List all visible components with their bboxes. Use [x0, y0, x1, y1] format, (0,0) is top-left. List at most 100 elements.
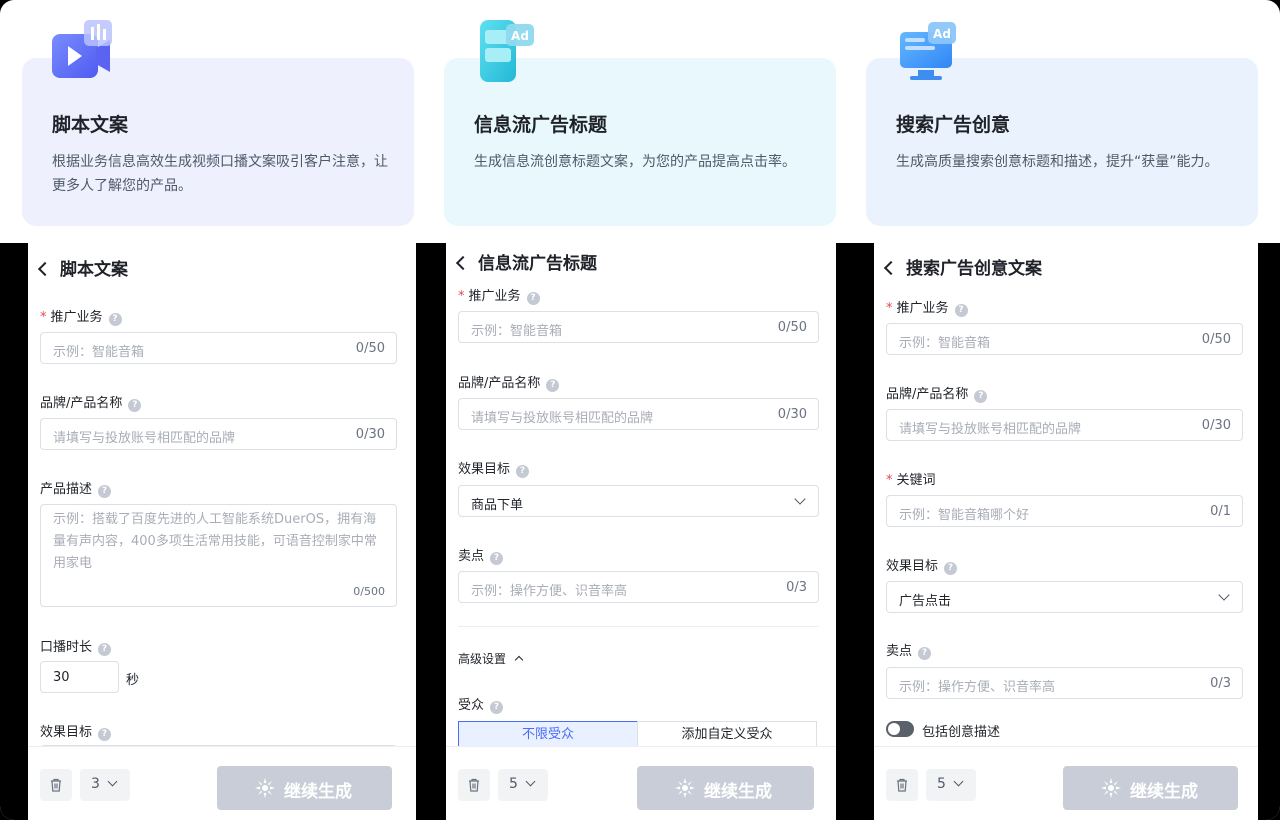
back-title[interactable]: 信息流广告标题: [455, 249, 597, 274]
count-select[interactable]: 5: [926, 769, 976, 801]
panel-feed-ad-title: 信息流广告标题 * 推广业务? 示例：智能音箱 0/50 品牌/产品名称? 请填写与…: [446, 243, 836, 820]
brand-name-input[interactable]: 请填写与投放账号相匹配的品牌 0/30: [458, 398, 819, 430]
card-description: 生成信息流创意标题文案，为您的产品提高点击率。: [474, 154, 796, 170]
product-desc-textarea[interactable]: 示例：搭载了百度先进的人工智能系统DuerOS，拥有海量有声内容，400多项生活…: [40, 504, 397, 607]
duration-input[interactable]: 30: [40, 661, 119, 693]
sparkle-icon: [675, 778, 695, 798]
video-icon: [50, 16, 120, 86]
delete-button[interactable]: [458, 769, 490, 801]
help-icon[interactable]: ?: [128, 399, 142, 412]
card-search-ad-creative[interactable]: Ad 搜索广告创意 生成高质量搜索创意标题和描述，提升“获量”能力。: [866, 22, 1258, 226]
phone-ad-icon: Ad: [474, 16, 544, 86]
chevron-down-icon: [1218, 589, 1230, 601]
label-brand-name: 品牌/产品名称?: [458, 372, 560, 392]
sparkle-icon: [1101, 778, 1121, 798]
monitor-ad-icon: Ad: [896, 16, 966, 86]
delete-button[interactable]: [40, 769, 72, 801]
include-desc-toggle[interactable]: [886, 721, 914, 737]
sparkle-icon: [255, 778, 275, 798]
card-description: 生成高质量搜索创意标题和描述，提升“获量”能力。: [896, 154, 1219, 170]
trash-icon: [469, 778, 479, 792]
card-script-copy[interactable]: 脚本文案 根据业务信息高效生成视频口播文案吸引客户注意，让更多人了解您的产品。: [22, 20, 414, 226]
label-brand-name: 品牌/产品名称?: [886, 383, 988, 403]
panel-script-copy: 脚本文案 * 推广业务? 示例：智能音箱 0/50 品牌/产品名称? 请填写与投放账…: [28, 243, 416, 820]
panel-title: 脚本文案: [60, 260, 128, 280]
label-promo-business: * 推广业务?: [886, 297, 968, 317]
panel-title: 搜索广告创意文案: [906, 259, 1042, 279]
count-select[interactable]: 3: [80, 769, 130, 801]
back-title[interactable]: 搜索广告创意文案: [883, 254, 1042, 279]
count-select[interactable]: 5: [498, 769, 548, 801]
label-audience: 受众?: [458, 694, 504, 714]
continue-generate-button[interactable]: 继续生成: [637, 766, 814, 810]
keyword-input[interactable]: 示例：智能音箱哪个好 0/1: [886, 495, 1243, 527]
continue-generate-button[interactable]: 继续生成: [1063, 766, 1238, 810]
brand-name-input[interactable]: 请填写与投放账号相匹配的品牌 0/30: [40, 418, 397, 450]
panel-title: 信息流广告标题: [478, 254, 597, 274]
help-icon[interactable]: ?: [98, 728, 112, 741]
help-icon[interactable]: ?: [516, 465, 530, 478]
audience-option-custom[interactable]: 添加自定义受众: [637, 721, 817, 749]
svg-text:Ad: Ad: [511, 29, 529, 43]
goal-select[interactable]: 商品下单: [458, 485, 819, 517]
svg-text:Ad: Ad: [933, 27, 951, 41]
label-promo-business: * 推广业务?: [458, 285, 540, 305]
label-goal: 效果目标?: [886, 555, 958, 575]
selling-points-input[interactable]: 示例：操作方便、识音率高 0/3: [458, 571, 819, 603]
chevron-down-icon: [107, 776, 118, 787]
goal-select[interactable]: 广告点击: [886, 581, 1243, 613]
label-keyword: * 关键词: [886, 473, 936, 488]
card-title: 脚本文案: [52, 114, 129, 136]
chevron-down-icon: [953, 776, 964, 787]
label-goal: 效果目标?: [40, 721, 112, 741]
advanced-settings-toggle[interactable]: 高级设置: [458, 650, 524, 667]
brand-name-input[interactable]: 请填写与投放账号相匹配的品牌 0/30: [886, 409, 1243, 441]
promo-business-input[interactable]: 示例：智能音箱 0/50: [458, 311, 819, 343]
chevron-down-icon: [794, 493, 806, 505]
promo-business-input[interactable]: 示例：智能音箱 0/50: [40, 332, 397, 364]
help-icon[interactable]: ?: [546, 379, 560, 392]
help-icon[interactable]: ?: [974, 390, 988, 403]
help-icon[interactable]: ?: [918, 647, 932, 660]
chevron-left-icon[interactable]: [455, 255, 471, 271]
label-product-desc: 产品描述?: [40, 478, 112, 498]
delete-button[interactable]: [886, 769, 918, 801]
panel-footer: 5 继续生成: [874, 746, 1258, 820]
label-promo-business: * 推广业务?: [40, 306, 122, 326]
back-title[interactable]: 脚本文案: [37, 255, 128, 280]
chevron-down-icon: [525, 776, 536, 787]
app-frame: 脚本文案 根据业务信息高效生成视频口播文案吸引客户注意，让更多人了解您的产品。 …: [0, 0, 1280, 820]
panel-search-ad-creative: 搜索广告创意文案 * 推广业务? 示例：智能音箱 0/50 品牌/产品名称? 请填写…: [874, 243, 1258, 820]
help-icon[interactable]: ?: [944, 562, 958, 575]
continue-generate-button[interactable]: 继续生成: [217, 766, 392, 810]
divider: [458, 626, 819, 627]
label-selling-points: 卖点?: [886, 640, 932, 660]
toggle-label: 包括创意描述: [922, 725, 1001, 740]
card-title: 信息流广告标题: [474, 114, 608, 136]
help-icon[interactable]: ?: [526, 292, 540, 305]
label-brand-name: 品牌/产品名称?: [40, 392, 142, 412]
label-goal: 效果目标?: [458, 458, 530, 478]
selling-points-input[interactable]: 示例：操作方便、识音率高 0/3: [886, 667, 1243, 699]
label-duration: 口播时长?: [40, 636, 112, 656]
card-description: 根据业务信息高效生成视频口播文案吸引客户注意，让更多人了解您的产品。: [52, 154, 388, 194]
promo-business-input[interactable]: 示例：智能音箱 0/50: [886, 323, 1243, 355]
help-icon[interactable]: ?: [98, 643, 112, 656]
help-icon[interactable]: ?: [954, 304, 968, 317]
card-title: 搜索广告创意: [896, 114, 1011, 136]
trash-icon: [51, 778, 61, 792]
help-icon[interactable]: ?: [490, 701, 504, 714]
card-feed-ad-title[interactable]: Ad 信息流广告标题 生成信息流创意标题文案，为您的产品提高点击率。: [444, 20, 836, 226]
panel-footer: 3 继续生成: [28, 746, 416, 820]
chevron-left-icon[interactable]: [883, 260, 899, 276]
chevron-left-icon[interactable]: [37, 261, 53, 277]
help-icon[interactable]: ?: [490, 552, 504, 565]
chevron-up-icon: [514, 655, 524, 665]
duration-unit: 秒: [126, 673, 140, 688]
panel-footer: 5 继续生成: [446, 746, 836, 820]
label-selling-points: 卖点?: [458, 545, 504, 565]
audience-option-unlimited[interactable]: 不限受众: [458, 721, 638, 749]
help-icon[interactable]: ?: [98, 485, 112, 498]
help-icon[interactable]: ?: [108, 313, 122, 326]
trash-icon: [897, 778, 907, 792]
